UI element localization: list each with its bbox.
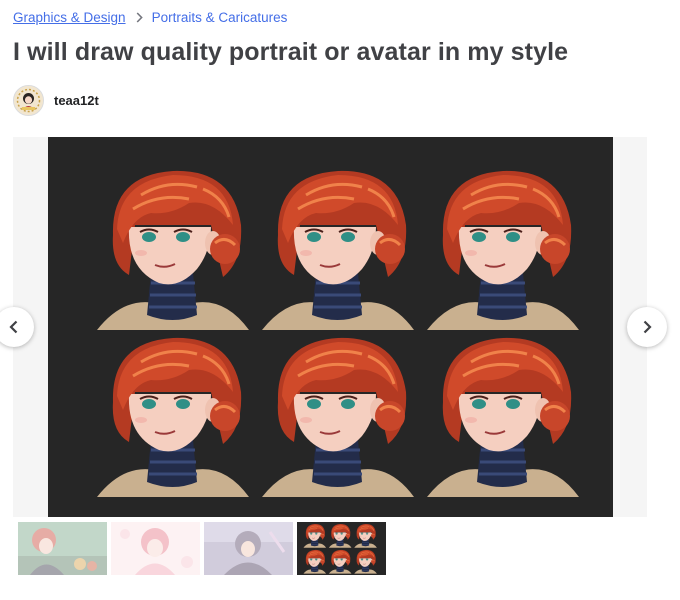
portrait-variant-5 — [260, 336, 416, 497]
gallery-thumbnail-3[interactable] — [204, 522, 293, 575]
portrait-variant-1 — [95, 169, 251, 330]
portrait-variant-4 — [95, 336, 251, 497]
gallery-thumbnail-1[interactable] — [18, 522, 107, 575]
portrait-variant-2 — [260, 169, 416, 330]
gallery-thumbnails — [18, 522, 390, 575]
breadcrumb-subcategory-link[interactable]: Portraits & Caricatures — [152, 10, 288, 25]
gig-main-image — [48, 137, 613, 517]
gig-gallery — [13, 137, 647, 517]
chevron-left-icon — [9, 320, 18, 334]
seller-avatar[interactable] — [13, 85, 44, 116]
seller-info: teaa12t — [13, 85, 99, 116]
gallery-next-button[interactable] — [627, 307, 667, 347]
chevron-right-icon — [643, 320, 652, 334]
gallery-thumbnail-2[interactable] — [111, 522, 200, 575]
gallery-thumbnail-4[interactable] — [297, 522, 386, 575]
portrait-variant-6 — [425, 336, 581, 497]
chevron-right-icon — [136, 12, 143, 23]
portrait-variant-3 — [425, 169, 581, 330]
breadcrumb: Graphics & Design Portraits & Caricature… — [13, 10, 287, 25]
gig-title: I will draw quality portrait or avatar i… — [13, 38, 569, 66]
seller-username[interactable]: teaa12t — [54, 93, 99, 108]
breadcrumb-category-link[interactable]: Graphics & Design — [13, 10, 126, 25]
